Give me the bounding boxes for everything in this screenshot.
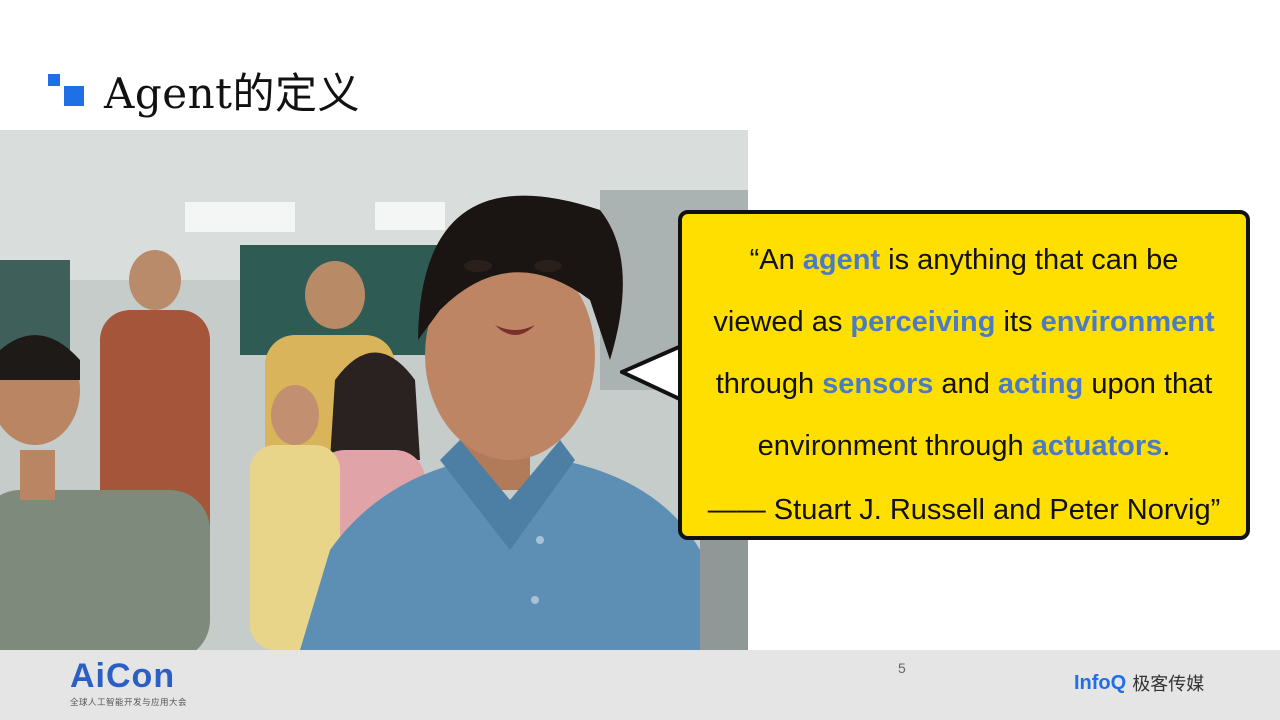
quote-segment: viewed as bbox=[713, 306, 851, 338]
footer-bar: AiCon 全球人工智能开发与应用大会 5 InfoQ 极客传媒 bbox=[0, 650, 1280, 720]
slide-title-bar: Agent的定义 bbox=[48, 62, 360, 118]
quote-line: “An agent is anything that can be bbox=[682, 244, 1246, 277]
quote-segment: —— Stuart J. Russell and Peter Norvig” bbox=[707, 494, 1221, 526]
quote-highlight: acting bbox=[997, 368, 1084, 400]
quote-segment: . bbox=[1162, 430, 1171, 462]
quote-segment: upon that bbox=[1083, 368, 1213, 400]
quote-segment: “An bbox=[749, 244, 803, 276]
page-number: 5 bbox=[898, 660, 906, 676]
quote-highlight: environment bbox=[1040, 306, 1215, 338]
quote-highlight: sensors bbox=[822, 368, 934, 400]
slide-title: Agent的定义 bbox=[104, 68, 361, 118]
quote-segment: through bbox=[715, 368, 823, 400]
quote-line: environment through actuators. bbox=[682, 430, 1246, 463]
quote-segment: environment through bbox=[757, 430, 1032, 462]
aicon-subtitle: 全球人工智能开发与应用大会 bbox=[70, 697, 188, 707]
aicon-logo: AiCon 全球人工智能开发与应用大会 bbox=[70, 658, 187, 708]
quote-line: through sensors and acting upon that bbox=[682, 368, 1246, 401]
aicon-logo-text: AiCon bbox=[70, 657, 176, 695]
quote-segment: its bbox=[995, 306, 1041, 338]
quote-line: —— Stuart J. Russell and Peter Norvig” bbox=[682, 494, 1246, 527]
infoq-logo: InfoQ 极客传媒 bbox=[1074, 670, 1204, 696]
speech-bubble-tail bbox=[620, 342, 686, 404]
infoq-logo-text: InfoQ bbox=[1074, 671, 1127, 694]
quote-text: “An agent is anything that can be viewed … bbox=[682, 214, 1246, 536]
quote-highlight: agent bbox=[802, 244, 881, 276]
infoq-logo-cn: 极客传媒 bbox=[1132, 674, 1205, 694]
speech-bubble: “An agent is anything that can be viewed … bbox=[678, 210, 1250, 540]
quote-highlight: actuators bbox=[1031, 430, 1163, 462]
quote-highlight: perceiving bbox=[850, 306, 996, 338]
quote-segment: and bbox=[933, 368, 998, 400]
quote-segment: is anything that can be bbox=[880, 244, 1179, 276]
title-bullet-icon bbox=[48, 70, 88, 110]
quote-line: viewed as perceiving its environment bbox=[682, 306, 1246, 339]
